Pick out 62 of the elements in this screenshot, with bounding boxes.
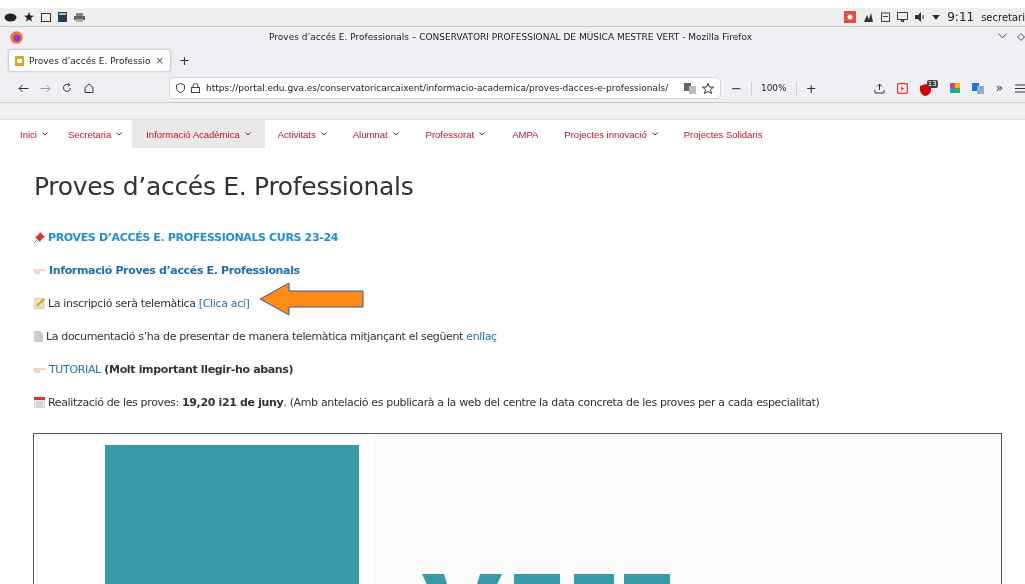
back-icon[interactable] (17, 83, 29, 93)
address-bar[interactable]: https://portal.edu.gva.es/conservatoricarcaixent/informacio-academica/proves-dacces-e-professionals/ (169, 77, 721, 99)
window-title: Proves d’accés E. Professionals – CONSERVATORI PROFESSIONAL DE MÚSICA MESTRE VERT - Mozilla Firefox (268, 32, 753, 42)
page-heading: Proves d’accés E. Professionals (34, 172, 415, 202)
share-icon[interactable] (873, 82, 885, 94)
link[interactable]: enllaç (466, 329, 497, 343)
pointing-hand-icon (34, 266, 46, 274)
star-icon[interactable] (702, 82, 714, 94)
speaker-icon[interactable] (915, 12, 926, 22)
home-icon[interactable] (84, 83, 94, 93)
translate-icon[interactable] (971, 82, 984, 94)
extension-icon[interactable] (949, 83, 960, 93)
menu-item[interactable]: Projectes innovació (551, 120, 671, 148)
paragraph: Realització de les proves: 19,20 i21 de juny. (Amb antelació es publicarà a la web del centre la data concreta de les proves per a cada especialitat) (48, 395, 820, 409)
zoom-in-button[interactable]: + (805, 80, 817, 96)
calendar-icon (34, 396, 45, 408)
menu-item[interactable]: Professorat (411, 120, 500, 148)
browser-tab[interactable]: Proves d’accés E. Professio × (8, 49, 171, 72)
new-tab-button[interactable]: + (178, 53, 190, 68)
link[interactable]: TUTORIAL (49, 362, 101, 376)
menu-item[interactable]: Secretaria (57, 120, 133, 148)
menu-item[interactable]: Alumnat (339, 120, 412, 148)
paragraph: La documentació s’ha de presentar de manera telemàtica mitjançant el següent enllaç (46, 329, 497, 343)
calculator-icon[interactable] (58, 12, 67, 22)
clipboard-icon[interactable] (881, 12, 891, 22)
page-icon (15, 55, 24, 66)
zoom-out-button[interactable]: − (731, 80, 742, 96)
window-icon[interactable] (41, 12, 51, 22)
link[interactable]: [Clica ací] (198, 296, 250, 310)
firefox-icon (10, 30, 23, 44)
printer-icon[interactable] (74, 12, 85, 22)
overflow-chevron[interactable]: » (995, 81, 1003, 95)
record-icon[interactable] (896, 82, 908, 94)
link[interactable]: PROVES D’ACCÉS E. PROFESSIONALS CURS 23-24 (48, 230, 339, 244)
menu-item[interactable]: AMPA (499, 120, 552, 148)
app-icon[interactable] (4, 12, 17, 22)
pointing-hand-icon (34, 365, 46, 373)
link[interactable]: Informació Proves d’accés E. Professionals (49, 263, 300, 277)
minimize-icon[interactable] (998, 33, 1007, 39)
lock-icon[interactable] (191, 83, 200, 93)
dropdown-icon[interactable] (932, 14, 941, 20)
menu-item[interactable]: Inici (10, 120, 58, 148)
pushpin-icon (34, 231, 45, 243)
record-icon[interactable] (844, 11, 857, 23)
monitor-icon[interactable] (897, 12, 909, 22)
zoom-level[interactable]: 100% (760, 83, 787, 93)
reload-icon[interactable] (62, 83, 72, 93)
document-icon (34, 330, 43, 342)
paragraph: TUTORIAL (Molt important llegir-ho abans) (49, 362, 294, 376)
user-name[interactable]: secretari (981, 11, 1025, 23)
clock: 9:11 (947, 10, 975, 24)
memo-icon (34, 297, 45, 309)
menu-item[interactable]: Activitats (264, 120, 340, 148)
translate-icon[interactable] (684, 82, 696, 94)
menu-item[interactable]: Informació Acadèmica (132, 120, 265, 148)
shield-icon[interactable] (176, 83, 185, 93)
star-icon[interactable] (24, 12, 34, 22)
paragraph: La inscripció serà telemàtica [Clica ací] (48, 296, 250, 310)
menu-item[interactable]: Projectes Solidaris (670, 120, 776, 148)
network-icon[interactable] (863, 11, 875, 23)
menu-icon[interactable] (1015, 83, 1025, 93)
close-tab-button[interactable]: × (155, 55, 164, 66)
